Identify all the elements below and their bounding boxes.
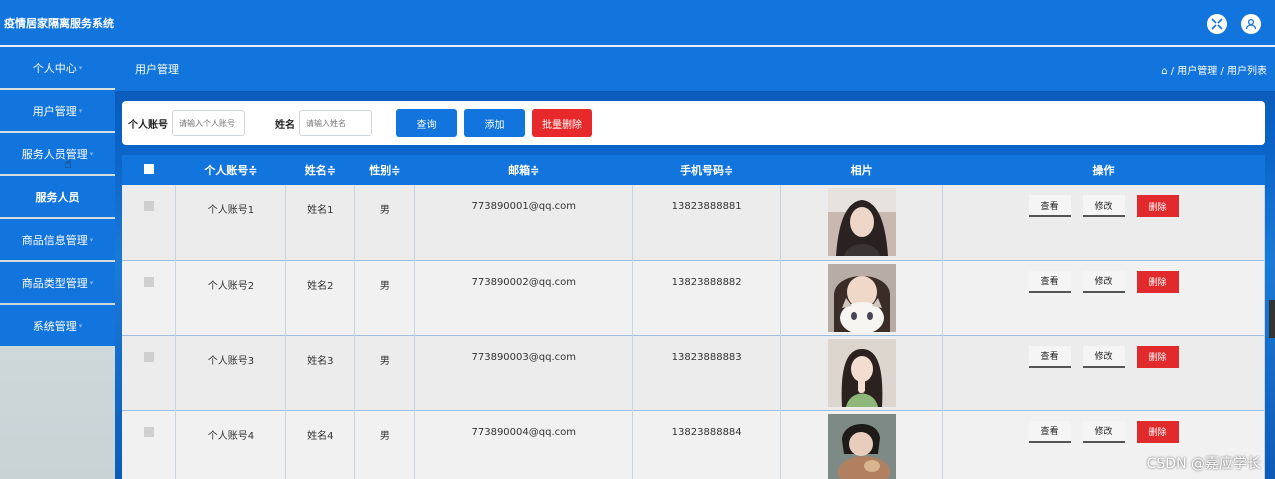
delete-button[interactable]: 删除	[1136, 195, 1179, 217]
page-title: 用户管理	[135, 63, 179, 76]
chevron-down-icon: ▾	[89, 278, 94, 287]
row-checkbox[interactable]	[143, 276, 154, 287]
cell-name: 姓名2	[285, 260, 356, 335]
sidebar-item-label: 服务人员	[35, 190, 80, 204]
cell-email: 773890003@qq.com	[414, 335, 634, 410]
select-all-checkbox[interactable]	[143, 163, 154, 174]
watermark: CSDN @嘉应学长	[1146, 456, 1261, 472]
cell-name: 姓名4	[285, 410, 356, 479]
col-account-header[interactable]: 个人账号≑	[176, 155, 286, 185]
cell-gender: 男	[354, 185, 416, 260]
delete-button[interactable]: 删除	[1136, 270, 1179, 293]
cell-email: 773890004@qq.com	[414, 410, 634, 479]
user-photo	[827, 413, 896, 479]
edit-button[interactable]: 修改	[1082, 270, 1125, 293]
sidebar: 个人中心 ▾ 用户管理 ▾ 服务人员管理 ▾ ☝ 服务人员 商品信息管理 ▾ 商品类型管理…	[0, 47, 115, 479]
cell-account: 个人账号1	[175, 185, 287, 260]
chevron-down-icon: ▾	[78, 63, 83, 72]
sidebar-item-personal-center[interactable]: 个人中心 ▾	[0, 47, 115, 88]
app-title: 疫情居家隔离服务系统	[4, 16, 114, 30]
delete-button[interactable]: 删除	[1136, 345, 1179, 368]
cell-phone: 13823888881	[632, 185, 782, 260]
cell-email: 773890002@qq.com	[414, 260, 634, 335]
sidebar-item-product-info[interactable]: 商品信息管理 ▾	[0, 219, 115, 260]
top-bar: 疫情居家隔离服务系统	[0, 0, 1275, 47]
row-checkbox[interactable]	[143, 426, 154, 437]
edit-button[interactable]: 修改	[1082, 420, 1125, 443]
hand-cursor-icon: ☝	[64, 157, 72, 172]
col-phone-header[interactable]: 手机号码≑	[633, 155, 781, 185]
cell-gender: 男	[354, 335, 416, 410]
chevron-down-icon: ▾	[78, 106, 83, 115]
table-row: 个人账号3 姓名3 男 773890003@qq.com 13823888883…	[122, 335, 1265, 410]
page-header: 用户管理 ⌂ / 用户管理 / 用户列表	[115, 47, 1275, 91]
sidebar-item-label: 个人中心	[32, 61, 77, 75]
cell-account: 个人账号4	[175, 410, 287, 479]
add-button[interactable]: 添加	[464, 109, 525, 137]
view-button[interactable]: 查看	[1028, 270, 1071, 293]
sidebar-item-label: 服务人员管理	[21, 147, 88, 161]
sidebar-item-label: 商品类型管理	[21, 276, 88, 290]
cell-phone: 13823888882	[632, 260, 782, 335]
view-button[interactable]: 查看	[1028, 420, 1071, 443]
breadcrumb[interactable]: ⌂ / 用户管理 / 用户列表	[1161, 62, 1267, 77]
batch-delete-button[interactable]: 批量删除	[532, 109, 592, 137]
view-button[interactable]: 查看	[1028, 345, 1071, 368]
account-search-input[interactable]	[172, 110, 245, 136]
sidebar-item-staff-management[interactable]: 服务人员管理 ▾ ☝	[0, 133, 115, 174]
sidebar-item-label: 用户管理	[32, 104, 77, 118]
sidebar-subitem-staff[interactable]: 服务人员	[0, 176, 115, 217]
col-photo-header: 相片	[850, 164, 873, 177]
user-photo	[827, 263, 896, 332]
edit-button[interactable]: 修改	[1082, 345, 1125, 368]
chevron-down-icon: ▾	[78, 321, 83, 330]
cell-gender: 男	[354, 260, 416, 335]
col-name-header[interactable]: 姓名≑	[286, 155, 355, 185]
table-row: 个人账号2 姓名2 男 773890002@qq.com 13823888882…	[122, 260, 1265, 335]
user-photo	[827, 188, 896, 256]
chevron-down-icon: ▾	[89, 235, 94, 244]
table-row: 个人账号4 姓名4 男 773890004@qq.com 13823888884…	[122, 410, 1265, 479]
name-label: 姓名	[275, 119, 295, 131]
cell-email: 773890001@qq.com	[414, 185, 634, 260]
row-checkbox[interactable]	[143, 201, 154, 211]
search-bar: 个人账号 姓名 查询 添加 批量删除	[122, 101, 1265, 145]
cell-account: 个人账号3	[175, 335, 287, 410]
name-search-input[interactable]	[299, 110, 372, 136]
account-label: 个人账号	[128, 119, 168, 131]
cell-account: 个人账号2	[175, 260, 287, 335]
col-actions-header: 操作	[1092, 164, 1115, 177]
view-button[interactable]: 查看	[1028, 195, 1071, 217]
scrollbar-handle[interactable]	[1269, 300, 1275, 338]
sidebar-item-user-management[interactable]: 用户管理 ▾	[0, 90, 115, 131]
delete-button[interactable]: 删除	[1136, 420, 1179, 443]
query-button[interactable]: 查询	[396, 109, 457, 137]
sidebar-item-system[interactable]: 系统管理 ▾	[0, 305, 115, 346]
row-checkbox[interactable]	[143, 351, 154, 362]
table-row: 个人账号1 姓名1 男 773890001@qq.com 13823888881…	[122, 185, 1265, 260]
col-gender-header[interactable]: 性别≑	[355, 155, 415, 185]
edit-button[interactable]: 修改	[1082, 195, 1125, 217]
cell-phone: 13823888884	[632, 410, 782, 479]
user-photo	[827, 338, 896, 407]
sidebar-item-product-type[interactable]: 商品类型管理 ▾	[0, 262, 115, 303]
fullscreen-icon[interactable]	[1207, 14, 1227, 34]
sidebar-item-label: 系统管理	[32, 319, 77, 333]
col-email-header[interactable]: 邮箱≑	[415, 155, 633, 185]
user-table: 个人账号≑ 姓名≑ 性别≑ 邮箱≑ 手机号码≑ 相片 操作 个人账号1 姓名1 …	[122, 155, 1265, 479]
user-avatar-icon[interactable]	[1241, 14, 1261, 34]
table-header-row: 个人账号≑ 姓名≑ 性别≑ 邮箱≑ 手机号码≑ 相片 操作	[122, 155, 1265, 185]
cell-gender: 男	[354, 410, 416, 479]
cell-phone: 13823888883	[632, 335, 782, 410]
cell-name: 姓名3	[285, 335, 356, 410]
chevron-down-icon: ▾	[89, 149, 94, 158]
sidebar-item-label: 商品信息管理	[21, 233, 88, 247]
cell-name: 姓名1	[285, 185, 356, 260]
